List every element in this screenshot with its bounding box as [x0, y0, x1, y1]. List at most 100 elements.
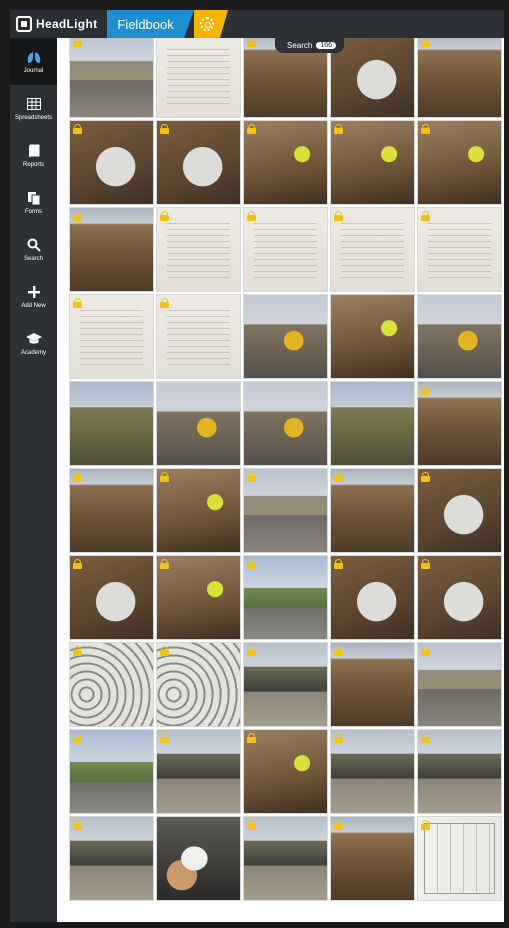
sidebar-item-spreadsheets[interactable]: Spreadsheets	[10, 85, 57, 132]
photo-thumbnail[interactable]	[156, 207, 241, 292]
photo-thumbnail[interactable]	[69, 555, 154, 640]
lock-icon	[73, 472, 82, 482]
photo-thumbnail[interactable]	[243, 816, 328, 901]
photo-thumbnail[interactable]	[330, 729, 415, 814]
search-result-count: 166	[316, 42, 337, 49]
headlight-logo-icon	[16, 16, 32, 32]
plus-icon	[27, 284, 40, 300]
search-label: Search	[287, 41, 313, 50]
search-tab[interactable]: Search 166	[275, 38, 345, 53]
photo-thumbnail[interactable]	[417, 207, 502, 292]
photo-thumbnail[interactable]	[156, 294, 241, 379]
photo-thumbnail[interactable]	[417, 381, 502, 466]
lock-icon	[73, 820, 82, 830]
lock-icon	[421, 472, 430, 482]
photo-thumbnail[interactable]	[330, 381, 415, 466]
photo-thumbnail[interactable]	[156, 729, 241, 814]
photo-thumbnail[interactable]	[69, 816, 154, 901]
lock-icon	[334, 211, 343, 221]
photo-thumbnail[interactable]	[69, 207, 154, 292]
photo-thumbnail[interactable]	[243, 381, 328, 466]
photo-thumbnail[interactable]	[330, 207, 415, 292]
lock-icon	[421, 124, 430, 134]
lock-icon	[421, 38, 430, 47]
lock-icon	[247, 472, 256, 482]
photo-thumbnail[interactable]	[417, 38, 502, 118]
sidebar-item-label: Journal	[23, 68, 44, 74]
photo-thumbnail[interactable]	[156, 381, 241, 466]
lock-icon	[160, 559, 169, 569]
lock-icon	[73, 559, 82, 569]
lock-icon	[247, 211, 256, 221]
photo-thumbnail[interactable]	[417, 120, 502, 205]
sidebar-item-label: Forms	[25, 209, 42, 215]
photo-thumbnail[interactable]	[156, 120, 241, 205]
headlight-logo[interactable]: HeadLight	[10, 10, 108, 38]
sidebar-item-journal[interactable]: Journal	[10, 38, 57, 85]
photo-thumbnail[interactable]	[69, 468, 154, 553]
lock-icon	[334, 733, 343, 743]
lock-icon	[73, 211, 82, 221]
photo-thumbnail[interactable]	[69, 381, 154, 466]
sidebar-item-reports[interactable]: Reports	[10, 132, 57, 179]
gear-icon	[199, 17, 214, 31]
lock-icon	[421, 733, 430, 743]
photo-thumbnail[interactable]	[156, 816, 241, 901]
book-icon	[28, 143, 40, 159]
photo-thumbnail[interactable]	[417, 294, 502, 379]
photo-thumbnail[interactable]	[156, 38, 241, 118]
photo-thumbnail[interactable]	[330, 642, 415, 727]
lock-icon	[247, 733, 256, 743]
lock-icon	[73, 38, 82, 47]
photo-thumbnail[interactable]	[330, 816, 415, 901]
lock-icon	[160, 646, 169, 656]
photo-thumbnail[interactable]	[330, 468, 415, 553]
photo-thumbnail[interactable]	[69, 294, 154, 379]
lock-icon	[334, 124, 343, 134]
photo-thumbnail[interactable]	[330, 38, 415, 118]
photo-thumbnail[interactable]	[69, 120, 154, 205]
photo-thumbnail[interactable]	[330, 294, 415, 379]
table-icon	[26, 96, 41, 112]
lungs-icon	[26, 49, 42, 65]
photo-thumbnail[interactable]	[330, 555, 415, 640]
lock-icon	[160, 124, 169, 134]
photo-thumbnail[interactable]	[243, 642, 328, 727]
photo-thumbnail[interactable]	[330, 120, 415, 205]
settings-tab[interactable]	[193, 10, 228, 38]
photo-thumbnail[interactable]	[243, 468, 328, 553]
lock-icon	[160, 298, 169, 308]
photo-thumbnail[interactable]	[243, 294, 328, 379]
documents-icon	[27, 190, 41, 206]
lock-icon	[73, 646, 82, 656]
photo-thumbnail[interactable]	[417, 555, 502, 640]
lock-icon	[421, 646, 430, 656]
photo-thumbnail[interactable]	[417, 642, 502, 727]
lock-icon	[421, 385, 430, 395]
sidebar-item-label: Academy	[20, 350, 46, 356]
photo-thumbnail[interactable]	[156, 642, 241, 727]
photo-thumbnail[interactable]	[243, 120, 328, 205]
photo-thumbnail[interactable]	[417, 468, 502, 553]
sidebar-item-label: Add New	[21, 303, 46, 309]
sidebar-item-search[interactable]: Search	[10, 226, 57, 273]
photo-thumbnail[interactable]	[69, 729, 154, 814]
tab-fieldbook[interactable]: Fieldbook	[107, 10, 195, 38]
photo-thumbnail[interactable]	[69, 642, 154, 727]
photo-thumbnail[interactable]	[417, 816, 502, 901]
sidebar-item-forms[interactable]: Forms	[10, 179, 57, 226]
photo-thumbnail[interactable]	[243, 207, 328, 292]
photo-thumbnail[interactable]	[417, 729, 502, 814]
photo-thumbnail[interactable]	[156, 468, 241, 553]
photo-grid	[69, 38, 502, 901]
sidebar-item-add-new[interactable]: Add New	[10, 273, 57, 320]
sidebar-item-academy[interactable]: Academy	[10, 320, 57, 367]
photo-thumbnail[interactable]	[156, 555, 241, 640]
lock-icon	[334, 472, 343, 482]
lock-icon	[247, 124, 256, 134]
photo-thumbnail[interactable]	[243, 729, 328, 814]
app-window: HeadLight Fieldbook Journal Spreadsheets…	[0, 0, 509, 928]
lock-icon	[334, 559, 343, 569]
photo-thumbnail[interactable]	[243, 555, 328, 640]
photo-thumbnail[interactable]	[69, 38, 154, 118]
